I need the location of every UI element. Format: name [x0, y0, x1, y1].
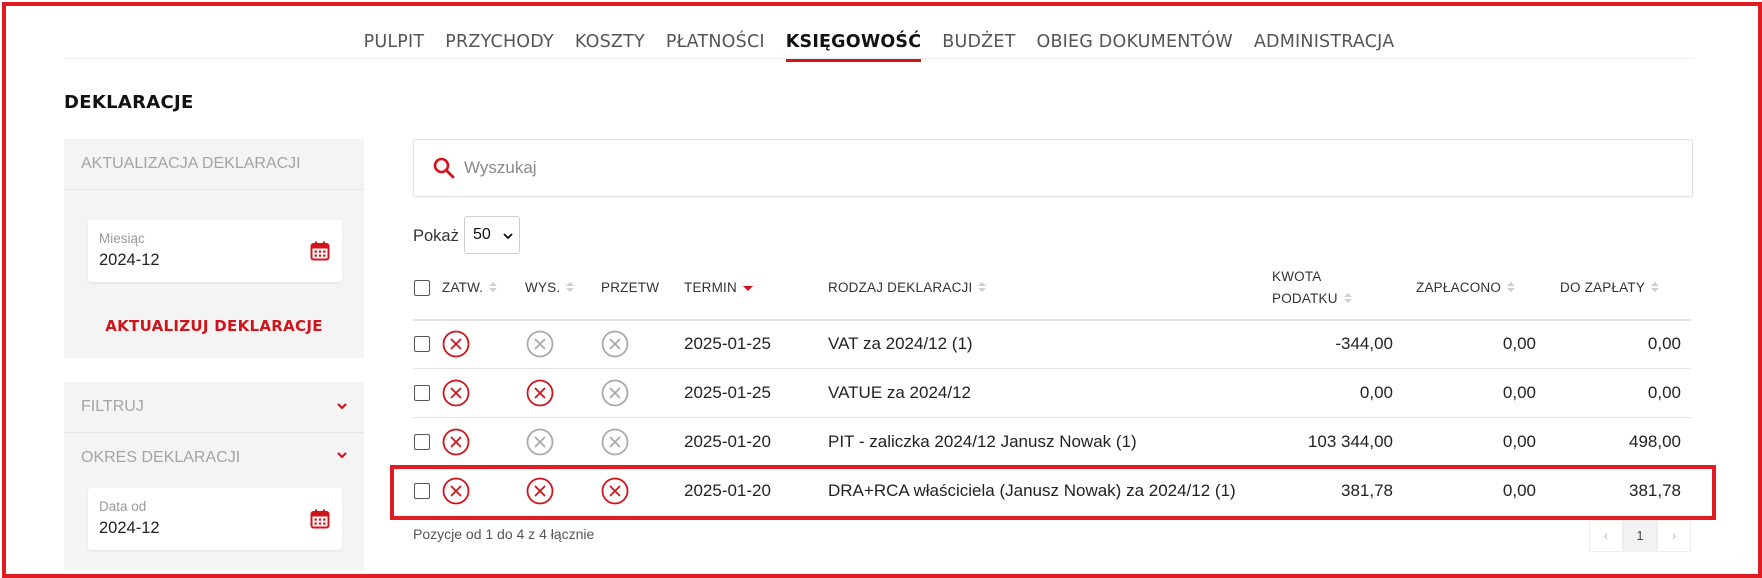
pagination-next-button[interactable]: ›: [1657, 520, 1691, 552]
nav-item-koszty[interactable]: KOSZTY: [575, 26, 645, 58]
update-declarations-button[interactable]: AKTUALIZUJ DEKLARACJE: [64, 317, 364, 335]
period-title: OKRES DEKLARACJI: [81, 449, 241, 466]
header-label: KWOTA: [1272, 269, 1322, 284]
nav-item-administracja[interactable]: ADMINISTRACJA: [1254, 26, 1395, 58]
month-field[interactable]: Miesiąc 2024-12: [88, 220, 342, 282]
column-header-tax-amount[interactable]: KWOTA PODATKU: [1272, 266, 1352, 310]
row-checkbox[interactable]: [414, 384, 430, 401]
filter-title: FILTRUJ: [81, 398, 144, 415]
pagination-page-1[interactable]: 1: [1623, 520, 1657, 552]
sort-icon: [1507, 282, 1516, 292]
nav-item-przychody[interactable]: PRZYCHODY: [445, 26, 554, 58]
nav-item-platnosci[interactable]: PŁATNOŚCI: [666, 26, 765, 58]
date-from-label: Data od: [99, 499, 147, 514]
column-header-to-pay[interactable]: DO ZAPŁATY: [1560, 277, 1660, 299]
sent-status-icon[interactable]: [526, 330, 554, 358]
paid-cell: 0,00: [1502, 333, 1536, 353]
date-from-field[interactable]: Data od 2024-12: [88, 488, 342, 550]
to-pay-cell: 0,00: [1647, 382, 1681, 402]
sent-status-icon[interactable]: [526, 379, 554, 407]
month-value: 2024-12: [99, 251, 160, 269]
sort-icon: [1651, 282, 1660, 292]
page-size-value: 50: [473, 226, 491, 243]
row-divider: [413, 417, 1691, 418]
period-toggle[interactable]: OKRES DEKLARACJI: [64, 433, 364, 483]
pagination-prev-button[interactable]: ‹: [1589, 520, 1623, 552]
calendar-icon[interactable]: [310, 509, 330, 529]
processed-status-icon[interactable]: [601, 379, 629, 407]
filter-toggle[interactable]: FILTRUJ: [64, 382, 364, 433]
update-declarations-panel: AKTUALIZACJA DEKLARACJI Miesiąc 2024-12 …: [64, 139, 364, 358]
nav-item-budzet[interactable]: BUDŻET: [942, 26, 1015, 58]
approved-status-icon[interactable]: [442, 330, 470, 358]
sort-icon: [1343, 293, 1352, 303]
search-icon[interactable]: [432, 156, 456, 180]
date-from-value: 2024-12: [99, 519, 160, 537]
processed-status-icon[interactable]: [601, 428, 629, 456]
header-label: RODZAJ DEKLARACJI: [828, 280, 973, 295]
paid-cell: 0,00: [1502, 382, 1536, 402]
nav-item-ksiegowosc[interactable]: KSIĘGOWOŚĆ: [785, 26, 922, 62]
to-pay-cell: 498,00: [1629, 431, 1681, 451]
header-label: TERMIN: [684, 280, 737, 295]
sort-desc-icon: [742, 286, 753, 291]
deadline-cell: 2025-01-25: [684, 382, 771, 402]
declaration-type-cell: VATUE za 2024/12: [828, 382, 972, 402]
page-title: DEKLARACJE: [64, 92, 194, 113]
paid-cell: 0,00: [1502, 431, 1536, 451]
tax-amount-cell: 0,00: [1359, 382, 1393, 402]
page-size-select[interactable]: 50: [464, 216, 520, 254]
tax-amount-cell: 103 344,00: [1307, 431, 1393, 451]
row-divider: [413, 368, 1691, 369]
search-input[interactable]: [464, 154, 1664, 182]
sort-icon: [489, 282, 498, 292]
table-footer-info: Pozycje od 1 do 4 z 4 łącznie: [413, 526, 595, 542]
column-header-processed: PRZETW: [601, 277, 659, 299]
column-header-sent[interactable]: WYS.: [525, 277, 575, 299]
header-label: ZATW.: [442, 280, 484, 295]
table-header-divider: [413, 319, 1691, 321]
chevron-down-icon: [503, 233, 513, 240]
filter-panel: FILTRUJ OKRES DEKLARACJI Data od 2024-12: [64, 382, 364, 570]
nav-item-pulpit[interactable]: PULPIT: [364, 26, 425, 58]
header-label: WYS.: [525, 280, 561, 295]
deadline-cell: 2025-01-25: [684, 333, 771, 353]
select-all-checkbox[interactable]: [414, 280, 430, 296]
header-label: ZAPŁACONO: [1416, 280, 1502, 295]
processed-status-icon[interactable]: [601, 330, 629, 358]
search-box: [413, 139, 1693, 197]
column-header-approved[interactable]: ZATW.: [442, 277, 498, 299]
sort-icon: [566, 282, 575, 292]
page-size-label: Pokaż: [413, 227, 459, 245]
update-panel-title: AKTUALIZACJA DEKLARACJI: [64, 139, 364, 190]
declaration-type-cell: PIT - zaliczka 2024/12 Janusz Nowak (1): [828, 431, 1137, 451]
header-label: DO ZAPŁATY: [1560, 280, 1646, 295]
column-header-paid[interactable]: ZAPŁACONO: [1416, 277, 1516, 299]
approved-status-icon[interactable]: [442, 428, 470, 456]
to-pay-cell: 0,00: [1647, 333, 1681, 353]
row-checkbox[interactable]: [414, 433, 430, 450]
deadline-cell: 2025-01-20: [684, 431, 771, 451]
selected-row-highlight: [390, 465, 1716, 520]
sort-icon: [978, 282, 987, 292]
row-checkbox[interactable]: [414, 335, 430, 352]
column-header-deadline[interactable]: TERMIN: [684, 277, 753, 299]
nav-item-obieg-dokumentow[interactable]: OBIEG DOKUMENTÓW: [1036, 26, 1232, 58]
sent-status-icon[interactable]: [526, 428, 554, 456]
calendar-icon[interactable]: [310, 241, 330, 261]
header-label: PRZETW: [601, 280, 660, 295]
top-navigation: PULPIT PRZYCHODY KOSZTY PŁATNOŚCI KSIĘGO…: [64, 26, 1694, 62]
column-header-type[interactable]: RODZAJ DEKLARACJI: [828, 277, 987, 299]
tax-amount-cell: -344,00: [1335, 333, 1393, 353]
header-label: PODATKU: [1272, 291, 1338, 306]
approved-status-icon[interactable]: [442, 379, 470, 407]
declaration-type-cell: VAT za 2024/12 (1): [828, 333, 973, 353]
month-label: Miesiąc: [99, 231, 145, 246]
